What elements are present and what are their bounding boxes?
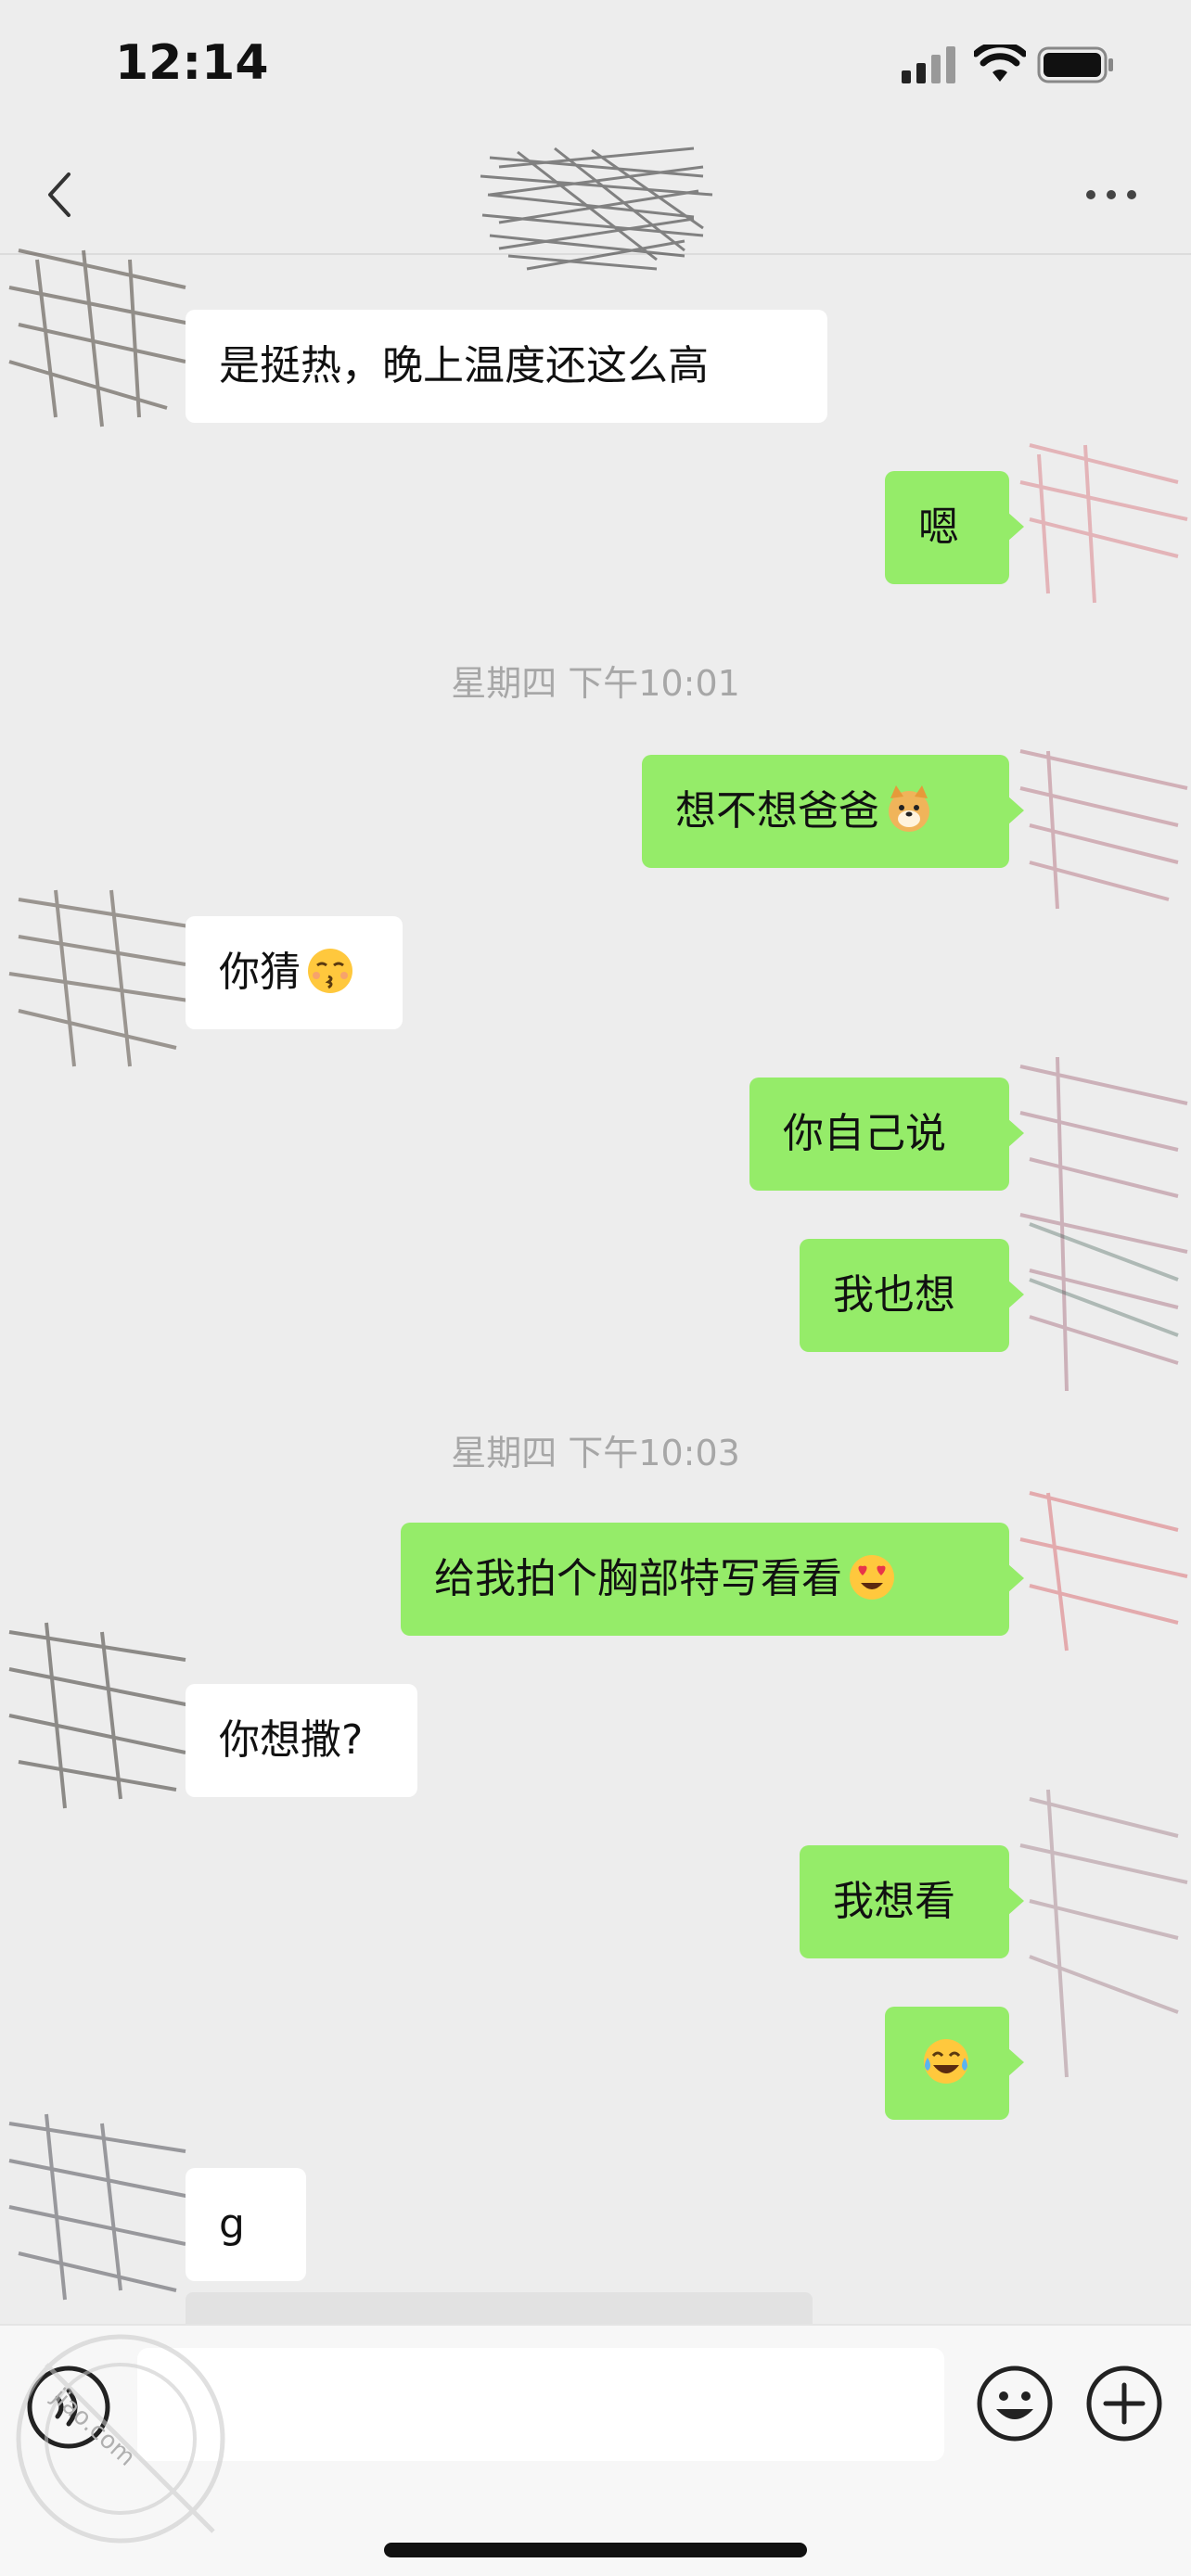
sent-message[interactable]: 给我拍个胸部特写看看 bbox=[401, 1523, 1024, 1636]
battery-icon bbox=[1037, 46, 1113, 83]
contact-avatar[interactable] bbox=[0, 872, 213, 1085]
message-text: g bbox=[219, 2200, 245, 2248]
heart-eyes-emoji bbox=[850, 1555, 894, 1600]
received-message[interactable]: 你想撒? bbox=[186, 1684, 417, 1797]
sent-message[interactable]: 我想看 bbox=[800, 1845, 1024, 1958]
message-text: 是挺热，晚上温度还这么高 bbox=[219, 342, 709, 389]
message-text: 我想看 bbox=[833, 1878, 955, 1925]
user-avatar[interactable] bbox=[992, 1039, 1191, 1409]
timestamp: 星期四 下午10:01 bbox=[451, 663, 740, 704]
chat-screen: 12:14 是挺热，晚上温度还这么高 嗯 星期四 下午10:01 想不想爸爸 你… bbox=[0, 0, 1191, 2576]
sent-message[interactable] bbox=[885, 2007, 1024, 2120]
message-text: 给我拍个胸部特写看看 bbox=[434, 1555, 842, 1602]
message-text: 你想撒? bbox=[219, 1716, 364, 1764]
contact-avatar[interactable] bbox=[0, 232, 213, 445]
kissing-face-emoji bbox=[308, 949, 352, 993]
redacted-title-scribble bbox=[480, 147, 713, 271]
smiley-icon[interactable] bbox=[974, 2363, 1056, 2444]
timestamp: 星期四 下午10:03 bbox=[451, 1433, 740, 1473]
tears-of-joy-emoji bbox=[924, 2039, 968, 2084]
message-input[interactable] bbox=[137, 2348, 944, 2461]
sent-message[interactable]: 想不想爸爸 bbox=[642, 755, 1024, 868]
message-text: 你猜 bbox=[219, 949, 301, 996]
status-bar: 12:14 bbox=[0, 0, 1191, 139]
contact-avatar[interactable] bbox=[0, 2096, 213, 2309]
contact-avatar[interactable] bbox=[0, 1604, 213, 1817]
watermark-logo bbox=[16, 2334, 225, 2544]
received-message[interactable]: g bbox=[186, 2168, 306, 2281]
sent-message[interactable]: 我也想 bbox=[800, 1239, 1024, 1352]
received-message[interactable]: 是挺热，晚上温度还这么高 bbox=[186, 310, 827, 423]
sent-message[interactable]: 你自己说 bbox=[749, 1078, 1024, 1191]
status-time: 12:14 bbox=[115, 35, 269, 91]
plus-icon[interactable] bbox=[1083, 2363, 1165, 2444]
dog-face-emoji bbox=[889, 785, 929, 832]
message-text: 想不想爸爸 bbox=[675, 787, 879, 835]
cellular-signal-icon bbox=[902, 46, 955, 83]
sent-message[interactable]: 嗯 bbox=[885, 471, 1024, 584]
wifi-icon bbox=[974, 45, 1026, 82]
message-text: 我也想 bbox=[833, 1271, 955, 1319]
user-avatar[interactable] bbox=[992, 723, 1191, 937]
received-message[interactable]: 你猜 bbox=[186, 916, 403, 1029]
chevron-left-icon[interactable] bbox=[41, 167, 78, 223]
ellipsis-icon[interactable] bbox=[1083, 185, 1139, 204]
home-indicator[interactable] bbox=[384, 2543, 807, 2557]
message-text: 你自己说 bbox=[783, 1110, 946, 1157]
message-text: 嗯 bbox=[918, 504, 959, 551]
